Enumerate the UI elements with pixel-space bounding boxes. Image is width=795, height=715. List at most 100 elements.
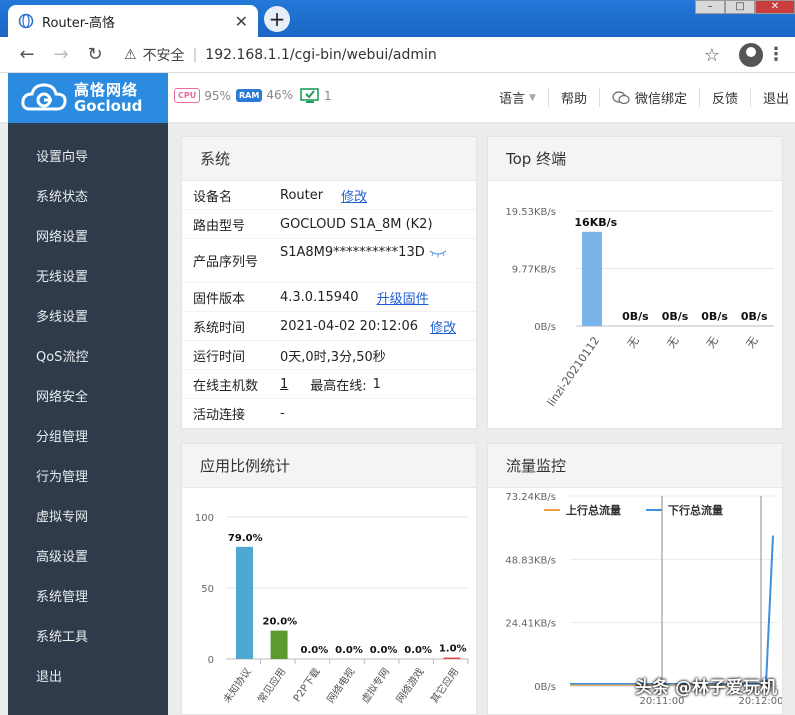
wechat-icon [612, 90, 630, 104]
sidebar-item-system-management[interactable]: 系统管理 [8, 578, 168, 618]
language-menu[interactable]: 语言 ▼ [487, 88, 549, 107]
online-hosts-link[interactable]: 1 [280, 377, 288, 392]
minimize-button[interactable]: – [695, 0, 725, 14]
cpu-value: 95% [204, 88, 231, 103]
sidebar-item-security[interactable]: 网络安全 [8, 378, 168, 418]
row-label: 运行时间 [193, 349, 246, 365]
data-label: 0.0% [301, 645, 329, 656]
sidebar-item-multi-wan[interactable]: 多线设置 [8, 298, 168, 338]
url-field[interactable]: ⚠ 不安全 | 192.168.1.1/cgi-bin/webui/admin [124, 45, 437, 65]
data-label: 1.0% [439, 644, 467, 655]
upgrade-firmware-link[interactable]: 升级固件 [377, 288, 429, 307]
edit-time-link[interactable]: 修改 [430, 317, 456, 336]
row-label: 系统时间 [193, 320, 246, 336]
new-tab-button[interactable]: + [264, 6, 290, 32]
browser-tab-bar: Router-高恪 ✕ + – □ ✕ [0, 0, 795, 37]
online-stat: 1 [300, 88, 332, 104]
y-tick-label: 48.83KB/s [505, 555, 556, 566]
data-label: 0B/s [622, 310, 649, 323]
warning-icon: ⚠ [124, 46, 137, 63]
online-monitor-icon [300, 88, 319, 103]
x-tick-label: 常见应用 [255, 665, 289, 705]
menu-kebab-icon[interactable]: ⋮ [767, 44, 785, 65]
online-value: 1 [324, 89, 332, 103]
y-tick-label: 73.24KB/s [505, 492, 556, 503]
data-label: 16KB/s [574, 216, 617, 229]
sidebar-item-groups[interactable]: 分组管理 [8, 418, 168, 458]
profile-avatar-icon[interactable] [739, 43, 763, 67]
sidebar: 设置向导 系统状态 网络设置 无线设置 多线设置 QoS流控 网络安全 分组管理… [8, 123, 168, 715]
system-panel-title: 系统 [182, 137, 476, 181]
bar [443, 657, 461, 659]
app-ratio-title: 应用比例统计 [182, 444, 476, 488]
back-arrow-icon[interactable]: ← [10, 44, 44, 65]
close-tab-icon[interactable]: ✕ [235, 12, 248, 31]
x-tick-label: P2P下载 [291, 666, 323, 704]
top-terminals-chart: 19.53KB/s 9.77KB/s 0B/s 16KB/s linzi-2021011… [505, 207, 774, 409]
uptime-value: 0天,0时,3分,50秒 [280, 349, 386, 365]
help-link[interactable]: 帮助 [549, 88, 600, 107]
window-close-button[interactable]: ✕ [755, 0, 795, 14]
logo-text-en: Gocloud [74, 97, 143, 115]
system-time-value: 2021-04-02 20:12:06 [280, 318, 419, 334]
sidebar-item-setup-wizard[interactable]: 设置向导 [8, 138, 168, 178]
data-label: 0.0% [370, 645, 398, 656]
sidebar-item-system-status[interactable]: 系统状态 [8, 178, 168, 218]
maximize-button[interactable]: □ [725, 0, 755, 14]
table-row: 路由型号 GOCLOUD S1A_8M (K2) [182, 210, 476, 239]
bookmark-star-icon[interactable]: ☆ [704, 45, 720, 66]
table-row: 产品序列号 S1A8M9**********13D [182, 239, 476, 283]
sidebar-item-advanced[interactable]: 高级设置 [8, 538, 168, 578]
row-label: 设备名 [193, 189, 233, 205]
feedback-link[interactable]: 反馈 [700, 88, 751, 107]
x-tick-label: 网络电视 [324, 665, 358, 705]
x-tick-label: 无 [625, 334, 642, 350]
table-row: 活动连接 - [182, 399, 476, 428]
reload-icon[interactable]: ↻ [78, 44, 112, 65]
app-ratio-chart: 100 50 0 79.0% 未知协议 20.0% 常见应用 0.0% P2P下载 0.0% 网络电… [195, 513, 469, 705]
sidebar-item-vpn[interactable]: 虚拟专网 [8, 498, 168, 538]
download-series-line [570, 535, 774, 685]
insecure-label: 不安全 [142, 47, 185, 64]
x-tick-label: 未知协议 [220, 665, 254, 705]
row-label: 固件版本 [193, 291, 246, 307]
forward-arrow-icon[interactable]: → [44, 44, 78, 65]
tab-title: Router-高恪 [42, 15, 115, 31]
row-label: 在线主机数 [193, 378, 259, 394]
app-header: 高恪网络 Gocloud CPU 95% RAM 46% 1 语言 ▼ 帮助 微信… [0, 73, 795, 123]
table-row: 系统时间 2021-04-02 20:12:06 修改 [182, 312, 476, 341]
row-label: 路由型号 [193, 218, 246, 234]
edit-device-name-link[interactable]: 修改 [341, 186, 367, 205]
y-tick-label: 24.41KB/s [505, 619, 556, 630]
sidebar-item-behavior[interactable]: 行为管理 [8, 458, 168, 498]
sidebar-item-system-tools[interactable]: 系统工具 [8, 618, 168, 658]
logo-text-cn: 高恪网络 [74, 81, 139, 99]
x-tick-label: 虚拟专网 [358, 665, 392, 705]
y-tick-label: 0B/s [534, 322, 556, 333]
address-bar: ← → ↻ ⚠ 不安全 | 192.168.1.1/cgi-bin/webui/… [0, 37, 795, 73]
traffic-title: 流量监控 [488, 444, 782, 488]
wechat-bind-link[interactable]: 微信绑定 [600, 88, 700, 107]
gocloud-logo[interactable]: 高恪网络 Gocloud [8, 73, 168, 123]
data-label: 0.0% [335, 645, 363, 656]
sidebar-item-logout[interactable]: 退出 [8, 658, 168, 698]
globe-icon [18, 13, 34, 29]
table-row: 运行时间 0天,0时,3分,50秒 [182, 341, 476, 370]
table-row: 在线主机数 1 最高在线: 1 [182, 370, 476, 399]
logout-link[interactable]: 退出 [751, 88, 795, 107]
sidebar-item-qos[interactable]: QoS流控 [8, 338, 168, 378]
data-label: 0B/s [701, 310, 728, 323]
ram-icon: RAM [236, 88, 263, 102]
sidebar-item-network-settings[interactable]: 网络设置 [8, 218, 168, 258]
x-tick-label: linzi-20210112 [545, 334, 603, 409]
x-tick-label: 其它应用 [428, 665, 462, 705]
system-panel: 系统 设备名 Router 修改 路由型号 GOCLOUD S1A_8M (K2)… [181, 136, 477, 429]
caret-down-icon: ▼ [529, 92, 536, 103]
ram-value: 46% [266, 88, 293, 102]
sidebar-item-wireless-settings[interactable]: 无线设置 [8, 258, 168, 298]
watermark: 头条 @林子爱玩机 [635, 678, 777, 698]
eye-closed-icon[interactable] [429, 248, 447, 258]
browser-tab[interactable]: Router-高恪 ✕ [8, 5, 258, 37]
x-tick-label: 无 [704, 334, 721, 350]
cloud-logo-icon [21, 83, 67, 111]
